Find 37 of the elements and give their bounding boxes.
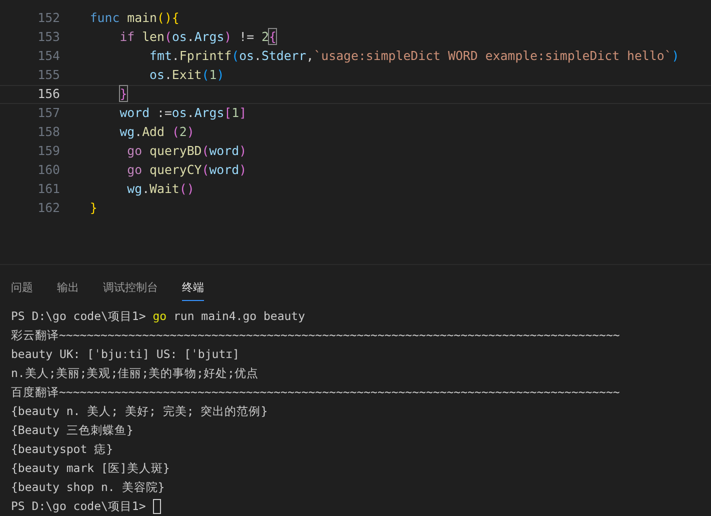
code-line: wg.Add (2) bbox=[118, 123, 194, 142]
line-number: 159 bbox=[36, 142, 60, 160]
terminal-line: 彩云翻译~~~~~~~~~~~~~~~~~~~~~~~~~~~~~~~~~~~~~~~~~~~~~~~~~~~~~~~~~~~~~~~~~~~~~~~~~~~~~~~~~ bbox=[11, 326, 620, 344]
terminal-line: {beauty n. 美人; 美好; 完美; 突出的范例} bbox=[11, 402, 268, 420]
line-number: 154 bbox=[36, 47, 60, 66]
code-line: } bbox=[88, 199, 98, 218]
panel-tab[interactable]: 问题 bbox=[11, 277, 33, 301]
terminal-line: PS D:\go code\项目1> bbox=[11, 498, 146, 515]
terminal-line: {Beauty 三色刺蝶鱼} bbox=[11, 422, 134, 439]
panel-tab[interactable]: 调试控制台 bbox=[103, 277, 158, 301]
line-number: 156 bbox=[36, 85, 60, 104]
terminal-line: {beautyspot 痣} bbox=[11, 440, 114, 458]
terminal-line: {beauty shop n. 美容院} bbox=[11, 478, 165, 496]
line-number: 158 bbox=[36, 123, 60, 142]
line-number: 160 bbox=[36, 161, 60, 180]
terminal-line: {beauty mark [医]美人斑} bbox=[11, 460, 170, 477]
terminal-line: PS D:\go code\项目1> go run main4.go beauty bbox=[11, 308, 306, 325]
line-number: 162 bbox=[36, 199, 60, 218]
code-line: go queryBD(word) bbox=[126, 142, 247, 160]
line-number: 153 bbox=[36, 28, 60, 46]
terminal-line: 百度翻译~~~~~~~~~~~~~~~~~~~~~~~~~~~~~~~~~~~~~~~~~~~~~~~~~~~~~~~~~~~~~~~~~~~~~~~~~~~~~~~~~ bbox=[11, 384, 620, 401]
code-line: func main(){ bbox=[88, 9, 180, 28]
code-line: word :=os.Args[1] bbox=[118, 104, 247, 122]
line-number: 157 bbox=[36, 104, 60, 122]
panel-tab[interactable]: 终端 bbox=[182, 277, 204, 301]
terminal-line: n.美人;美丽;美观;佳丽;美的事物;好处;优点 bbox=[11, 364, 258, 382]
code-line: go queryCY(word) bbox=[126, 161, 247, 180]
panel-tab[interactable]: 输出 bbox=[57, 277, 79, 301]
line-number: 152 bbox=[36, 9, 60, 28]
code-line: wg.Wait() bbox=[126, 180, 194, 198]
terminal-line: beauty UK: [ˈbjuːti] US: [ˈbjutɪ] bbox=[11, 346, 240, 363]
code-line: os.Exit(1) bbox=[148, 66, 224, 84]
line-number: 161 bbox=[36, 180, 60, 198]
line-number: 155 bbox=[36, 66, 60, 84]
code-line: if len(os.Args) != 2{ bbox=[118, 28, 276, 46]
code-line: fmt.Fprintf(os.Stderr,`usage:simpleDict WORD example:simpleDict hello`) bbox=[148, 47, 680, 66]
code-line: } bbox=[118, 85, 128, 104]
